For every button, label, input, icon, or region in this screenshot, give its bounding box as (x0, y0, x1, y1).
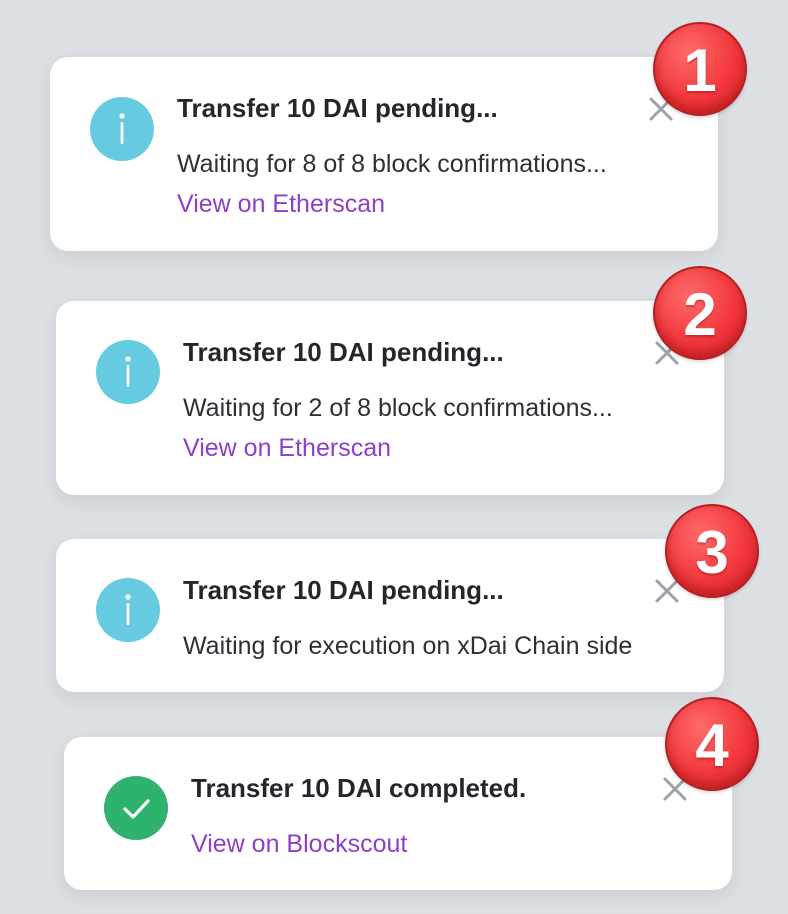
info-icon (90, 97, 154, 161)
notification-message: Waiting for 2 of 8 block confirmations..… (183, 394, 613, 422)
notification-message: Waiting for 8 of 8 block confirmations..… (177, 150, 607, 178)
step-badge-1: 1 (653, 22, 747, 116)
notification-title: Transfer 10 DAI pending... (183, 337, 504, 367)
check-icon (104, 776, 168, 840)
notification-card-3: Transfer 10 DAI pending... Waiting for e… (56, 539, 724, 692)
view-on-explorer-link[interactable]: View on Etherscan (177, 188, 385, 220)
info-icon (96, 340, 160, 404)
step-badge-2: 2 (653, 266, 747, 360)
view-on-explorer-link[interactable]: View on Blockscout (191, 828, 407, 860)
notification-card-1: Transfer 10 DAI pending... Waiting for 8… (50, 57, 718, 251)
step-badge-4: 4 (665, 697, 759, 791)
step-badge-3: 3 (665, 504, 759, 598)
view-on-explorer-link[interactable]: View on Etherscan (183, 432, 391, 464)
notification-title: Transfer 10 DAI pending... (177, 93, 498, 123)
notification-title: Transfer 10 DAI completed. (191, 773, 527, 803)
notification-message: Waiting for execution on xDai Chain side (183, 632, 633, 660)
notification-card-2: Transfer 10 DAI pending... Waiting for 2… (56, 301, 724, 495)
notification-card-4: Transfer 10 DAI completed. View on Block… (64, 737, 732, 890)
info-icon (96, 578, 160, 642)
notification-title: Transfer 10 DAI pending... (183, 575, 504, 605)
